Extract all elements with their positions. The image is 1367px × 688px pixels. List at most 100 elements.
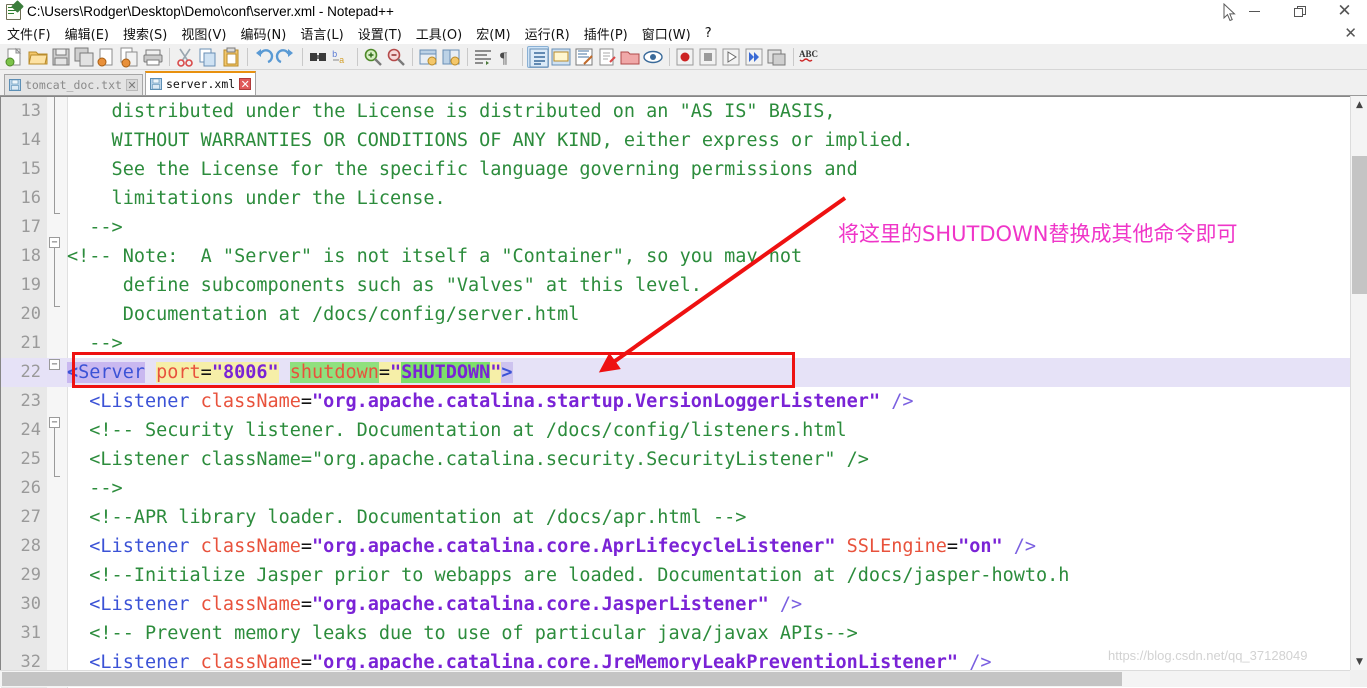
code-line[interactable]: 15 See the License for the specific lang… xyxy=(1,155,1350,184)
tab-close-icon[interactable]: ✕ xyxy=(125,79,138,92)
scroll-down-icon[interactable]: ▼ xyxy=(1351,653,1367,670)
code-editor[interactable]: 13 distributed under the License is dist… xyxy=(0,96,1367,688)
scroll-up-icon[interactable]: ▲ xyxy=(1351,96,1367,113)
fold-toggle-line-18[interactable]: − xyxy=(49,237,60,248)
run-macro-multiple-icon[interactable] xyxy=(743,46,765,68)
code-line[interactable]: 23 <Listener className="org.apache.catal… xyxy=(1,387,1350,416)
code-text[interactable]: <!--Initialize Jasper prior to webapps a… xyxy=(67,561,1069,590)
code-text[interactable]: <Listener className="org.apache.catalina… xyxy=(67,532,1036,561)
new-file-icon[interactable] xyxy=(4,46,26,68)
save-icon[interactable] xyxy=(50,46,72,68)
close-all-icon[interactable] xyxy=(119,46,141,68)
cut-icon[interactable] xyxy=(174,46,196,68)
code-text[interactable]: See the License for the specific languag… xyxy=(67,155,858,184)
open-file-icon[interactable] xyxy=(27,46,49,68)
close-button[interactable]: ✕ xyxy=(1322,0,1367,22)
code-text[interactable]: --> xyxy=(67,213,122,242)
print-icon[interactable] xyxy=(142,46,164,68)
code-text[interactable]: <!-- Note: A "Server" is not itself a "C… xyxy=(67,242,802,271)
menu-language[interactable]: 语言(L) xyxy=(293,22,350,45)
minimize-button[interactable] xyxy=(1232,0,1277,22)
code-line[interactable]: 20 Documentation at /docs/config/server.… xyxy=(1,300,1350,329)
tab-server-xml[interactable]: server.xml ✕ xyxy=(144,71,257,95)
menu-run[interactable]: 运行(R) xyxy=(518,22,577,45)
code-line[interactable]: 21 --> xyxy=(1,329,1350,358)
horizontal-scroll-thumb[interactable] xyxy=(2,672,1122,686)
doc-map-icon[interactable] xyxy=(573,46,595,68)
code-text[interactable]: <!-- Prevent memory leaks due to use of … xyxy=(67,619,858,648)
code-text[interactable]: <!-- Security listener. Documentation at… xyxy=(67,416,846,445)
play-macro-icon[interactable] xyxy=(720,46,742,68)
menu-plugins[interactable]: 插件(P) xyxy=(577,22,635,45)
code-text[interactable]: Documentation at /docs/config/server.htm… xyxy=(67,300,580,329)
menu-search[interactable]: 搜索(S) xyxy=(116,22,174,45)
vertical-scroll-thumb[interactable] xyxy=(1352,156,1367,294)
indent-guide-icon[interactable] xyxy=(527,45,549,68)
menu-macro[interactable]: 宏(M) xyxy=(469,22,517,45)
code-text[interactable]: WITHOUT WARRANTIES OR CONDITIONS OF ANY … xyxy=(67,126,914,155)
save-macro-icon[interactable] xyxy=(766,46,788,68)
code-line[interactable]: 28 <Listener className="org.apache.catal… xyxy=(1,532,1350,561)
code-text[interactable]: distributed under the License is distrib… xyxy=(67,97,836,126)
code-line[interactable]: 27 <!--APR library loader. Documentation… xyxy=(1,503,1350,532)
code-text[interactable]: <Listener className="org.apache.catalina… xyxy=(67,387,913,416)
code-text[interactable]: limitations under the License. xyxy=(67,184,446,213)
sync-vertical-icon[interactable] xyxy=(417,46,439,68)
code-text[interactable]: <Listener className="org.apache.catalina… xyxy=(67,445,869,474)
function-list-icon[interactable] xyxy=(596,46,618,68)
code-line[interactable]: 29 <!--Initialize Jasper prior to webapp… xyxy=(1,561,1350,590)
redo-icon[interactable] xyxy=(275,46,297,68)
fold-toggle-line-24[interactable]: − xyxy=(49,417,60,428)
menu-edit[interactable]: 编辑(E) xyxy=(58,22,116,45)
monitoring-icon[interactable] xyxy=(642,46,664,68)
copy-icon[interactable] xyxy=(197,46,219,68)
tab-tomcat-doc[interactable]: tomcat_doc.txt ✕ xyxy=(4,74,143,95)
sync-horizontal-icon[interactable] xyxy=(440,46,462,68)
folder-as-workspace-icon[interactable] xyxy=(619,46,641,68)
zoom-in-icon[interactable] xyxy=(362,46,384,68)
code-text[interactable]: <Server port="8006" shutdown="SHUTDOWN"> xyxy=(67,358,513,387)
paste-icon[interactable] xyxy=(220,46,242,68)
menu-help[interactable]: ? xyxy=(698,24,719,43)
code-line[interactable]: 19 define subcomponents such as "Valves"… xyxy=(1,271,1350,300)
find-icon[interactable] xyxy=(307,46,329,68)
code-text[interactable]: <!--APR library loader. Documentation at… xyxy=(67,503,746,532)
code-lines[interactable]: 13 distributed under the License is dist… xyxy=(1,97,1350,687)
code-line[interactable]: 17 --> xyxy=(1,213,1350,242)
stop-record-icon[interactable] xyxy=(697,46,719,68)
show-all-chars-icon[interactable]: ¶ xyxy=(495,46,517,68)
menu-settings[interactable]: 设置(T) xyxy=(351,22,409,45)
menu-window[interactable]: 窗口(W) xyxy=(635,22,698,45)
user-defined-dialog-icon[interactable] xyxy=(550,46,572,68)
menu-encoding[interactable]: 编码(N) xyxy=(233,22,293,45)
code-line[interactable]: 14 WITHOUT WARRANTIES OR CONDITIONS OF A… xyxy=(1,126,1350,155)
menu-tools[interactable]: 工具(O) xyxy=(409,22,469,45)
menu-view[interactable]: 视图(V) xyxy=(174,22,233,45)
code-line[interactable]: 31 <!-- Prevent memory leaks due to use … xyxy=(1,619,1350,648)
close-file-icon[interactable] xyxy=(96,46,118,68)
spell-check-icon[interactable]: ABC xyxy=(798,46,820,68)
menu-file[interactable]: 文件(F) xyxy=(0,22,58,45)
save-all-icon[interactable] xyxy=(73,46,95,68)
code-line[interactable]: 22 <Server port="8006" shutdown="SHUTDOWN… xyxy=(1,358,1350,387)
undo-icon[interactable] xyxy=(252,46,274,68)
record-macro-icon[interactable] xyxy=(674,46,696,68)
code-text[interactable]: --> xyxy=(67,329,122,358)
code-line[interactable]: 18 <!-- Note: A "Server" is not itself a … xyxy=(1,242,1350,271)
zoom-out-icon[interactable] xyxy=(385,46,407,68)
code-line[interactable]: 25 <Listener className="org.apache.catal… xyxy=(1,445,1350,474)
code-line[interactable]: 13 distributed under the License is dist… xyxy=(1,97,1350,126)
vertical-scrollbar[interactable]: ▲ ▼ xyxy=(1350,96,1367,670)
code-text[interactable]: define subcomponents such as "Valves" at… xyxy=(67,271,702,300)
close-document-button[interactable]: ✕ xyxy=(1344,24,1357,42)
word-wrap-icon[interactable] xyxy=(472,46,494,68)
replace-icon[interactable]: ba xyxy=(330,46,352,68)
code-text[interactable]: <Listener className="org.apache.catalina… xyxy=(67,590,802,619)
fold-toggle-line-22[interactable]: − xyxy=(49,359,60,370)
code-line[interactable]: 30 <Listener className="org.apache.catal… xyxy=(1,590,1350,619)
code-line[interactable]: 24 <!-- Security listener. Documentation… xyxy=(1,416,1350,445)
code-line[interactable]: 16 limitations under the License. xyxy=(1,184,1350,213)
tab-close-icon[interactable]: ✕ xyxy=(239,78,252,91)
code-text[interactable]: --> xyxy=(67,474,122,503)
restore-button[interactable] xyxy=(1277,0,1322,22)
